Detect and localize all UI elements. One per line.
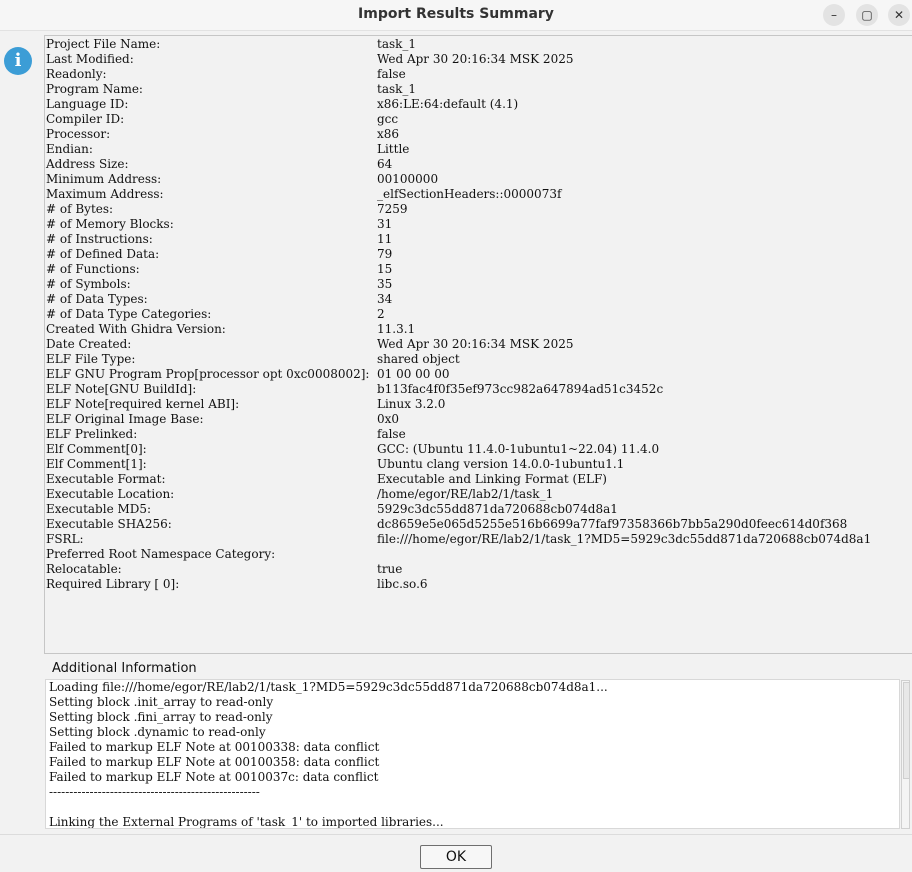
log-line: ----------------------------------------…: [49, 785, 260, 799]
log-line: Failed to markup ELF Note at 0010037c: d…: [49, 770, 379, 784]
log-line: Setting block .init_array to read-only: [49, 695, 274, 709]
property-key: Required Library [ 0]:: [46, 577, 180, 591]
additional-information-log[interactable]: Loading file:///home/egor/RE/lab2/1/task…: [45, 679, 900, 829]
log-line: Failed to markup ELF Note at 00100338: d…: [49, 740, 380, 754]
property-key: Relocatable:: [46, 562, 122, 576]
property-value: /home/egor/RE/lab2/1/task_1: [377, 487, 554, 501]
property-key: Preferred Root Namespace Category:: [46, 547, 276, 561]
property-key: FSRL:: [46, 532, 84, 546]
log-line: Linking the External Programs of 'task_1…: [49, 815, 444, 829]
log-line: Setting block .dynamic to read-only: [49, 725, 266, 739]
property-key: # of Bytes:: [46, 202, 114, 216]
log-scrollbar[interactable]: [901, 680, 910, 829]
property-value: false: [377, 427, 406, 441]
property-key: # of Memory Blocks:: [46, 217, 174, 231]
property-key: Endian:: [46, 142, 93, 156]
property-value: shared object: [377, 352, 460, 366]
property-value: 0x0: [377, 412, 400, 426]
property-key: Executable Location:: [46, 487, 175, 501]
title-bar: Import Results Summary – ▢ ✕: [0, 0, 912, 31]
property-value: libc.so.6: [377, 577, 428, 591]
property-value: 34: [377, 292, 393, 306]
property-value: task_1: [377, 82, 417, 96]
property-value: Linux 3.2.0: [377, 397, 446, 411]
log-line: Loading file:///home/egor/RE/lab2/1/task…: [49, 680, 608, 694]
property-value: 15: [377, 262, 393, 276]
window-title: Import Results Summary: [358, 6, 554, 22]
property-value: true: [377, 562, 403, 576]
property-key: ELF Note[required kernel ABI]:: [46, 397, 240, 411]
property-key: Project File Name:: [46, 37, 161, 51]
property-value: _elfSectionHeaders::0000073f: [377, 187, 562, 201]
property-value: x86: [377, 127, 400, 141]
property-value: 2: [377, 307, 385, 321]
property-value: Little: [377, 142, 410, 156]
property-key: Program Name:: [46, 82, 143, 96]
maximize-icon[interactable]: ▢: [856, 4, 878, 26]
property-value: 7259: [377, 202, 408, 216]
property-value: 64: [377, 157, 393, 171]
property-key: Date Created:: [46, 337, 132, 351]
property-value: Ubuntu clang version 14.0.0-1ubuntu1.1: [377, 457, 625, 471]
property-key: Elf Comment[1]:: [46, 457, 147, 471]
property-value: 5929c3dc55dd871da720688cb074d8a1: [377, 502, 618, 516]
property-key: Elf Comment[0]:: [46, 442, 147, 456]
property-key: Executable SHA256:: [46, 517, 172, 531]
property-key: Address Size:: [46, 157, 129, 171]
property-key: ELF Original Image Base:: [46, 412, 204, 426]
property-value: dc8659e5e065d5255e516b6699a77faf97358366…: [377, 517, 848, 531]
property-key: Compiler ID:: [46, 112, 125, 126]
log-line: Failed to markup ELF Note at 00100358: d…: [49, 755, 380, 769]
property-key: Maximum Address:: [46, 187, 164, 201]
property-value: 11: [377, 232, 393, 246]
scrollbar-thumb[interactable]: [903, 682, 910, 779]
property-key: Last Modified:: [46, 52, 134, 66]
log-line: Setting block .fini_array to read-only: [49, 710, 273, 724]
property-key: Readonly:: [46, 67, 107, 81]
property-value: x86:LE:64:default (4.1): [377, 97, 519, 111]
minimize-icon[interactable]: –: [823, 4, 845, 26]
property-key: ELF Note[GNU BuildId]:: [46, 382, 197, 396]
property-value: Wed Apr 30 20:16:34 MSK 2025: [377, 52, 574, 66]
property-key: ELF File Type:: [46, 352, 136, 366]
property-key: Executable Format:: [46, 472, 166, 486]
property-value: file:///home/egor/RE/lab2/1/task_1?MD5=5…: [377, 532, 872, 546]
property-key: Processor:: [46, 127, 111, 141]
property-value: gcc: [377, 112, 399, 126]
property-value: b113fac4f0f35ef973cc982a647894ad51c3452c: [377, 382, 664, 396]
property-value: 00100000: [377, 172, 439, 186]
property-value: 01 00 00 00: [377, 367, 450, 381]
property-value: Executable and Linking Format (ELF): [377, 472, 607, 486]
property-key: # of Instructions:: [46, 232, 153, 246]
property-key: # of Defined Data:: [46, 247, 160, 261]
property-value: Wed Apr 30 20:16:34 MSK 2025: [377, 337, 574, 351]
info-icon: i: [4, 47, 32, 75]
log-lines: Loading file:///home/egor/RE/lab2/1/task…: [49, 680, 608, 829]
property-key: # of Data Type Categories:: [46, 307, 212, 321]
property-key: # of Functions:: [46, 262, 140, 276]
property-key: # of Data Types:: [46, 292, 148, 306]
property-value: GCC: (Ubuntu 11.4.0-1ubuntu1~22.04) 11.4…: [377, 442, 660, 456]
property-key: # of Symbols:: [46, 277, 131, 291]
property-key: ELF Prelinked:: [46, 427, 138, 441]
ok-button[interactable]: OK: [420, 845, 492, 869]
property-key: ELF GNU Program Prop[processor opt 0xc00…: [46, 367, 370, 381]
property-value: 11.3.1: [377, 322, 416, 336]
property-value: task_1: [377, 37, 417, 51]
property-value: false: [377, 67, 406, 81]
property-value: 35: [377, 277, 393, 291]
additional-information-label: Additional Information: [52, 661, 197, 676]
property-key: Created With Ghidra Version:: [46, 322, 226, 336]
property-value: 79: [377, 247, 393, 261]
property-key: Language ID:: [46, 97, 129, 111]
property-key: Minimum Address:: [46, 172, 162, 186]
properties-panel: Project File Name: task_1 Last Modified: We…: [44, 35, 912, 654]
property-key: Executable MD5:: [46, 502, 152, 516]
property-value: 31: [377, 217, 393, 231]
close-icon[interactable]: ✕: [888, 4, 910, 26]
button-bar-divider: [0, 834, 912, 835]
